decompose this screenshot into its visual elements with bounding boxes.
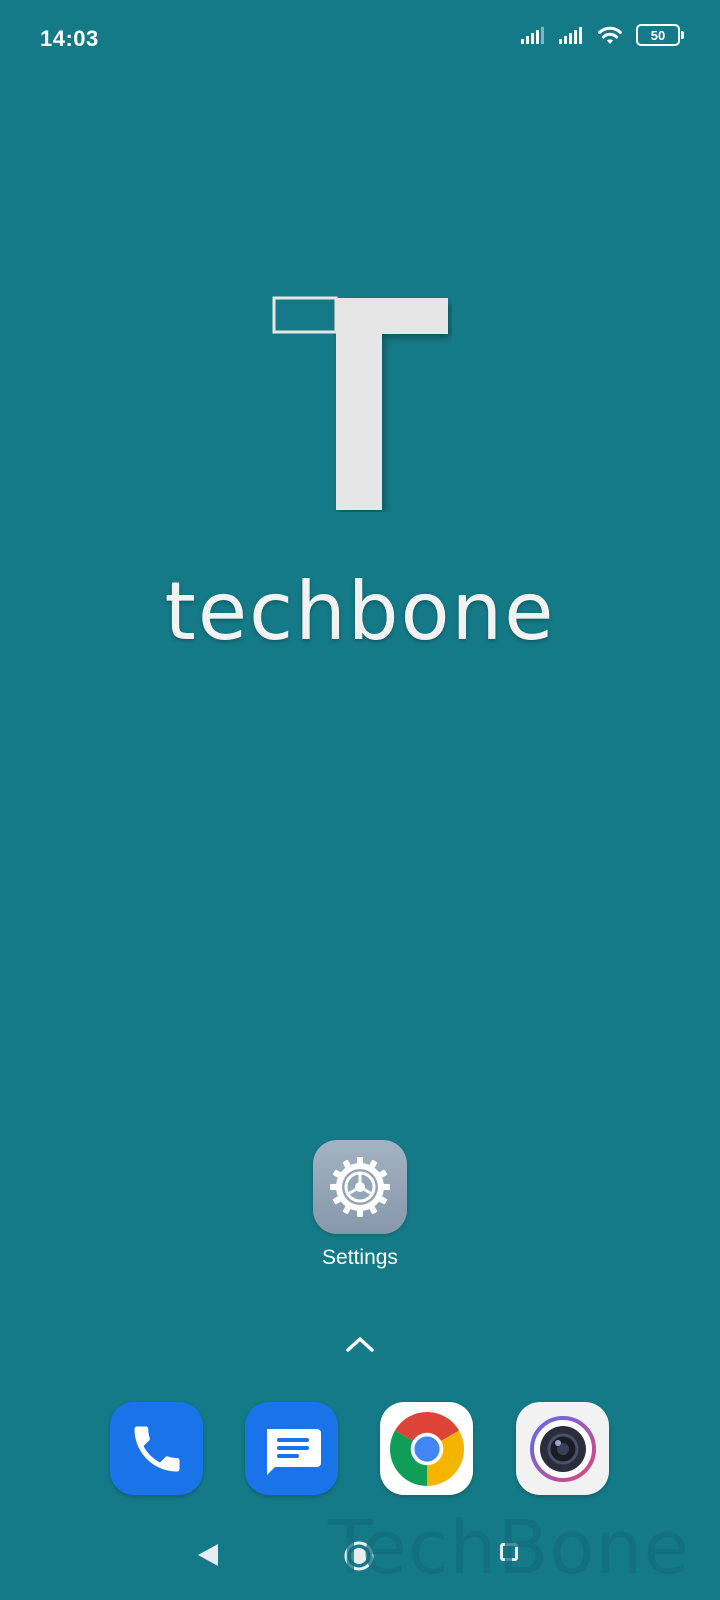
camera-app[interactable] xyxy=(516,1402,609,1495)
chrome-app[interactable] xyxy=(380,1402,473,1495)
watermark: TechBone xyxy=(327,1505,690,1591)
settings-app-icon[interactable] xyxy=(313,1140,407,1234)
back-triangle-icon[interactable] xyxy=(196,1542,220,1568)
status-icons: 50 xyxy=(520,24,684,46)
phone-icon xyxy=(134,1426,179,1471)
phone-app[interactable] xyxy=(110,1402,203,1495)
battery-indicator: 50 xyxy=(636,24,684,46)
messages-icon xyxy=(266,1428,321,1475)
dock xyxy=(110,1402,610,1496)
signal-1-icon xyxy=(521,27,544,44)
gear-icon xyxy=(330,1157,390,1217)
wallpaper-logo-text: techbone xyxy=(164,565,556,658)
messages-app[interactable] xyxy=(245,1402,338,1495)
techbone-logo-mark xyxy=(272,296,448,510)
camera-icon xyxy=(529,1415,596,1482)
signal-2-icon xyxy=(559,27,582,44)
status-time: 14:03 xyxy=(40,26,99,51)
wifi-icon xyxy=(598,26,622,44)
settings-app[interactable]: Settings xyxy=(300,1140,420,1270)
battery-level: 50 xyxy=(650,27,666,43)
chrome-icon xyxy=(389,1411,464,1486)
chevron-up-icon[interactable] xyxy=(344,1334,376,1354)
settings-app-label: Settings xyxy=(322,1246,398,1269)
status-bar: 14:03 50 xyxy=(0,0,720,76)
